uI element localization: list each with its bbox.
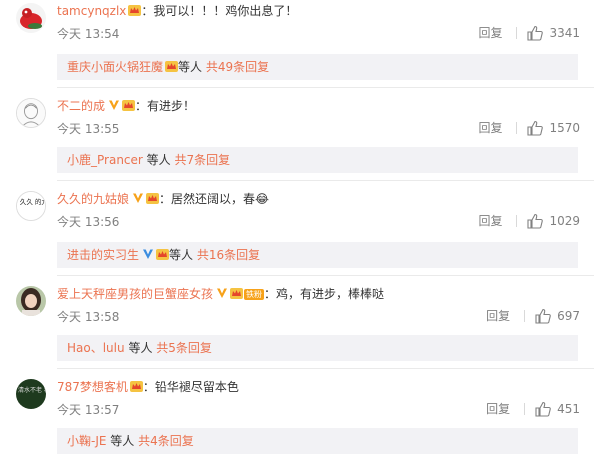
- reply-count-link[interactable]: 共5条回复: [156, 341, 212, 355]
- calligraphy-dark-avatar-icon: 清水不老 积水不衰: [16, 379, 46, 409]
- like-count: 697: [557, 308, 580, 323]
- thumbs-up-icon[interactable]: [527, 25, 544, 41]
- sub-reply-username[interactable]: Hao、lulu: [67, 341, 125, 355]
- avatar[interactable]: 清水不老 积水不衰: [16, 379, 46, 409]
- separator: [57, 180, 594, 181]
- divider: [524, 402, 526, 415]
- girl-photo-avatar-icon: [16, 286, 46, 316]
- comment-header: 不二的成 ：有进步！: [57, 99, 196, 113]
- timestamp: 今天 13:55: [57, 122, 120, 136]
- comment-actions: 回复 1570: [478, 119, 580, 136]
- svg-text:久久 的九姑娘: 久久 的九姑娘: [20, 197, 45, 206]
- red-creature-avatar-icon: [16, 3, 46, 33]
- crown-badge-icon: [165, 61, 179, 72]
- reply-button[interactable]: 回复: [478, 24, 502, 41]
- comment-text: 铅华褪尽留本色: [154, 380, 239, 394]
- verified-v-icon: [217, 288, 228, 298]
- svg-text:清水不老 积水不衰: 清水不老 积水不衰: [18, 386, 46, 394]
- reply-button[interactable]: 回复: [478, 119, 502, 136]
- avatar[interactable]: [16, 3, 46, 33]
- thumbs-up-icon[interactable]: [527, 213, 544, 229]
- username[interactable]: 787梦想客机: [57, 380, 128, 394]
- comment-header: 787梦想客机 ：铅华褪尽留本色: [57, 380, 239, 394]
- comment-actions: 回复 1029: [478, 212, 580, 229]
- username[interactable]: 爱上天秤座男孩的巨蟹座女孩: [57, 287, 213, 301]
- sub-reply-etc: 等人: [128, 341, 153, 355]
- like-count: 451: [557, 401, 580, 416]
- comment-actions: 回复 697: [486, 307, 580, 324]
- sub-replies-bar[interactable]: 重庆小面火锅狂魔 等人 共49条回复: [57, 54, 578, 80]
- separator: [57, 275, 594, 276]
- timestamp: 今天 13:56: [57, 215, 120, 229]
- calligraphy-avatar-icon: 久久 的九姑娘: [17, 192, 45, 220]
- sub-reply-username[interactable]: 小鹿_Prancer: [67, 153, 143, 167]
- reply-count-link[interactable]: 共49条回复: [206, 60, 269, 74]
- comment-header: tamcynqzlx ：我可以！！！鸡你出息了！: [57, 4, 298, 18]
- sub-replies-bar[interactable]: 小鹿_Prancer 等人 共7条回复: [57, 147, 578, 173]
- crown-badge-icon: [146, 193, 160, 204]
- sub-reply-etc: 等人: [178, 60, 203, 74]
- thumbs-up-icon[interactable]: [535, 308, 551, 324]
- reply-count-link[interactable]: 共4条回复: [138, 434, 194, 448]
- timestamp: 今天 13:57: [57, 403, 120, 417]
- comment-actions: 回复 3341: [478, 24, 580, 41]
- divider: [524, 309, 526, 322]
- verified-v-icon: [143, 249, 154, 259]
- comment-text: 居然还阔以，春😂: [171, 192, 270, 206]
- sub-replies-bar[interactable]: Hao、lulu 等人 共5条回复: [57, 335, 578, 361]
- comment-header: 爱上天秤座男孩的巨蟹座女孩 铁粉 ：鸡，有进步，棒棒哒: [57, 287, 385, 301]
- avatar[interactable]: [16, 98, 46, 128]
- crown-badge-icon: [122, 100, 136, 111]
- crown-badge-icon: [129, 381, 143, 392]
- reply-count-link[interactable]: 共7条回复: [175, 153, 231, 167]
- thumbs-up-icon[interactable]: [535, 401, 551, 417]
- separator: [57, 368, 594, 369]
- crown-badge-icon: [128, 5, 142, 16]
- separator: [57, 87, 594, 88]
- comment-actions: 回复 451: [486, 400, 580, 417]
- comment-text: 我可以！！！鸡你出息了！: [153, 4, 298, 18]
- timestamp: 今天 13:54: [57, 27, 120, 41]
- verified-v-icon: [109, 100, 120, 110]
- divider: [516, 121, 518, 134]
- sub-reply-etc: 等人: [146, 153, 171, 167]
- crown-badge-icon: [156, 249, 170, 260]
- username[interactable]: 不二的成: [57, 99, 105, 113]
- divider: [516, 26, 518, 39]
- like-count: 1029: [549, 213, 580, 228]
- crown-badge-icon: [230, 288, 244, 299]
- like-count: 1570: [549, 120, 580, 135]
- divider: [516, 214, 518, 227]
- sub-reply-username[interactable]: 重庆小面火锅狂魔: [67, 60, 163, 74]
- fan-badge: 铁粉: [244, 289, 265, 300]
- verified-v-icon: [133, 193, 144, 203]
- sub-reply-etc: 等人: [169, 248, 194, 262]
- sub-replies-bar[interactable]: 进击的实习生 等人 共16条回复: [57, 242, 578, 268]
- comment-text: 鸡，有进步，棒棒哒: [276, 287, 385, 301]
- sub-reply-username[interactable]: 小鞠-JE: [67, 434, 106, 448]
- username[interactable]: tamcynqzlx: [57, 4, 126, 18]
- username[interactable]: 久久的九姑娘: [57, 192, 129, 206]
- sub-replies-bar[interactable]: 小鞠-JE 等人 共4条回复: [57, 428, 578, 454]
- comment-text: 有进步！: [147, 99, 196, 113]
- timestamp: 今天 13:58: [57, 310, 120, 324]
- reply-button[interactable]: 回复: [478, 212, 502, 229]
- like-count: 3341: [549, 25, 580, 40]
- sub-reply-etc: 等人: [110, 434, 135, 448]
- reply-button[interactable]: 回复: [486, 307, 510, 324]
- reply-button[interactable]: 回复: [486, 400, 510, 417]
- comment-header: 久久的九姑娘 ：居然还阔以，春😂: [57, 192, 270, 206]
- reply-count-link[interactable]: 共16条回复: [197, 248, 260, 262]
- sketch-face-avatar-icon: [17, 99, 45, 127]
- sub-reply-username[interactable]: 进击的实习生: [67, 248, 139, 262]
- avatar[interactable]: [16, 286, 46, 316]
- avatar[interactable]: 久久 的九姑娘: [16, 191, 46, 221]
- thumbs-up-icon[interactable]: [527, 120, 544, 136]
